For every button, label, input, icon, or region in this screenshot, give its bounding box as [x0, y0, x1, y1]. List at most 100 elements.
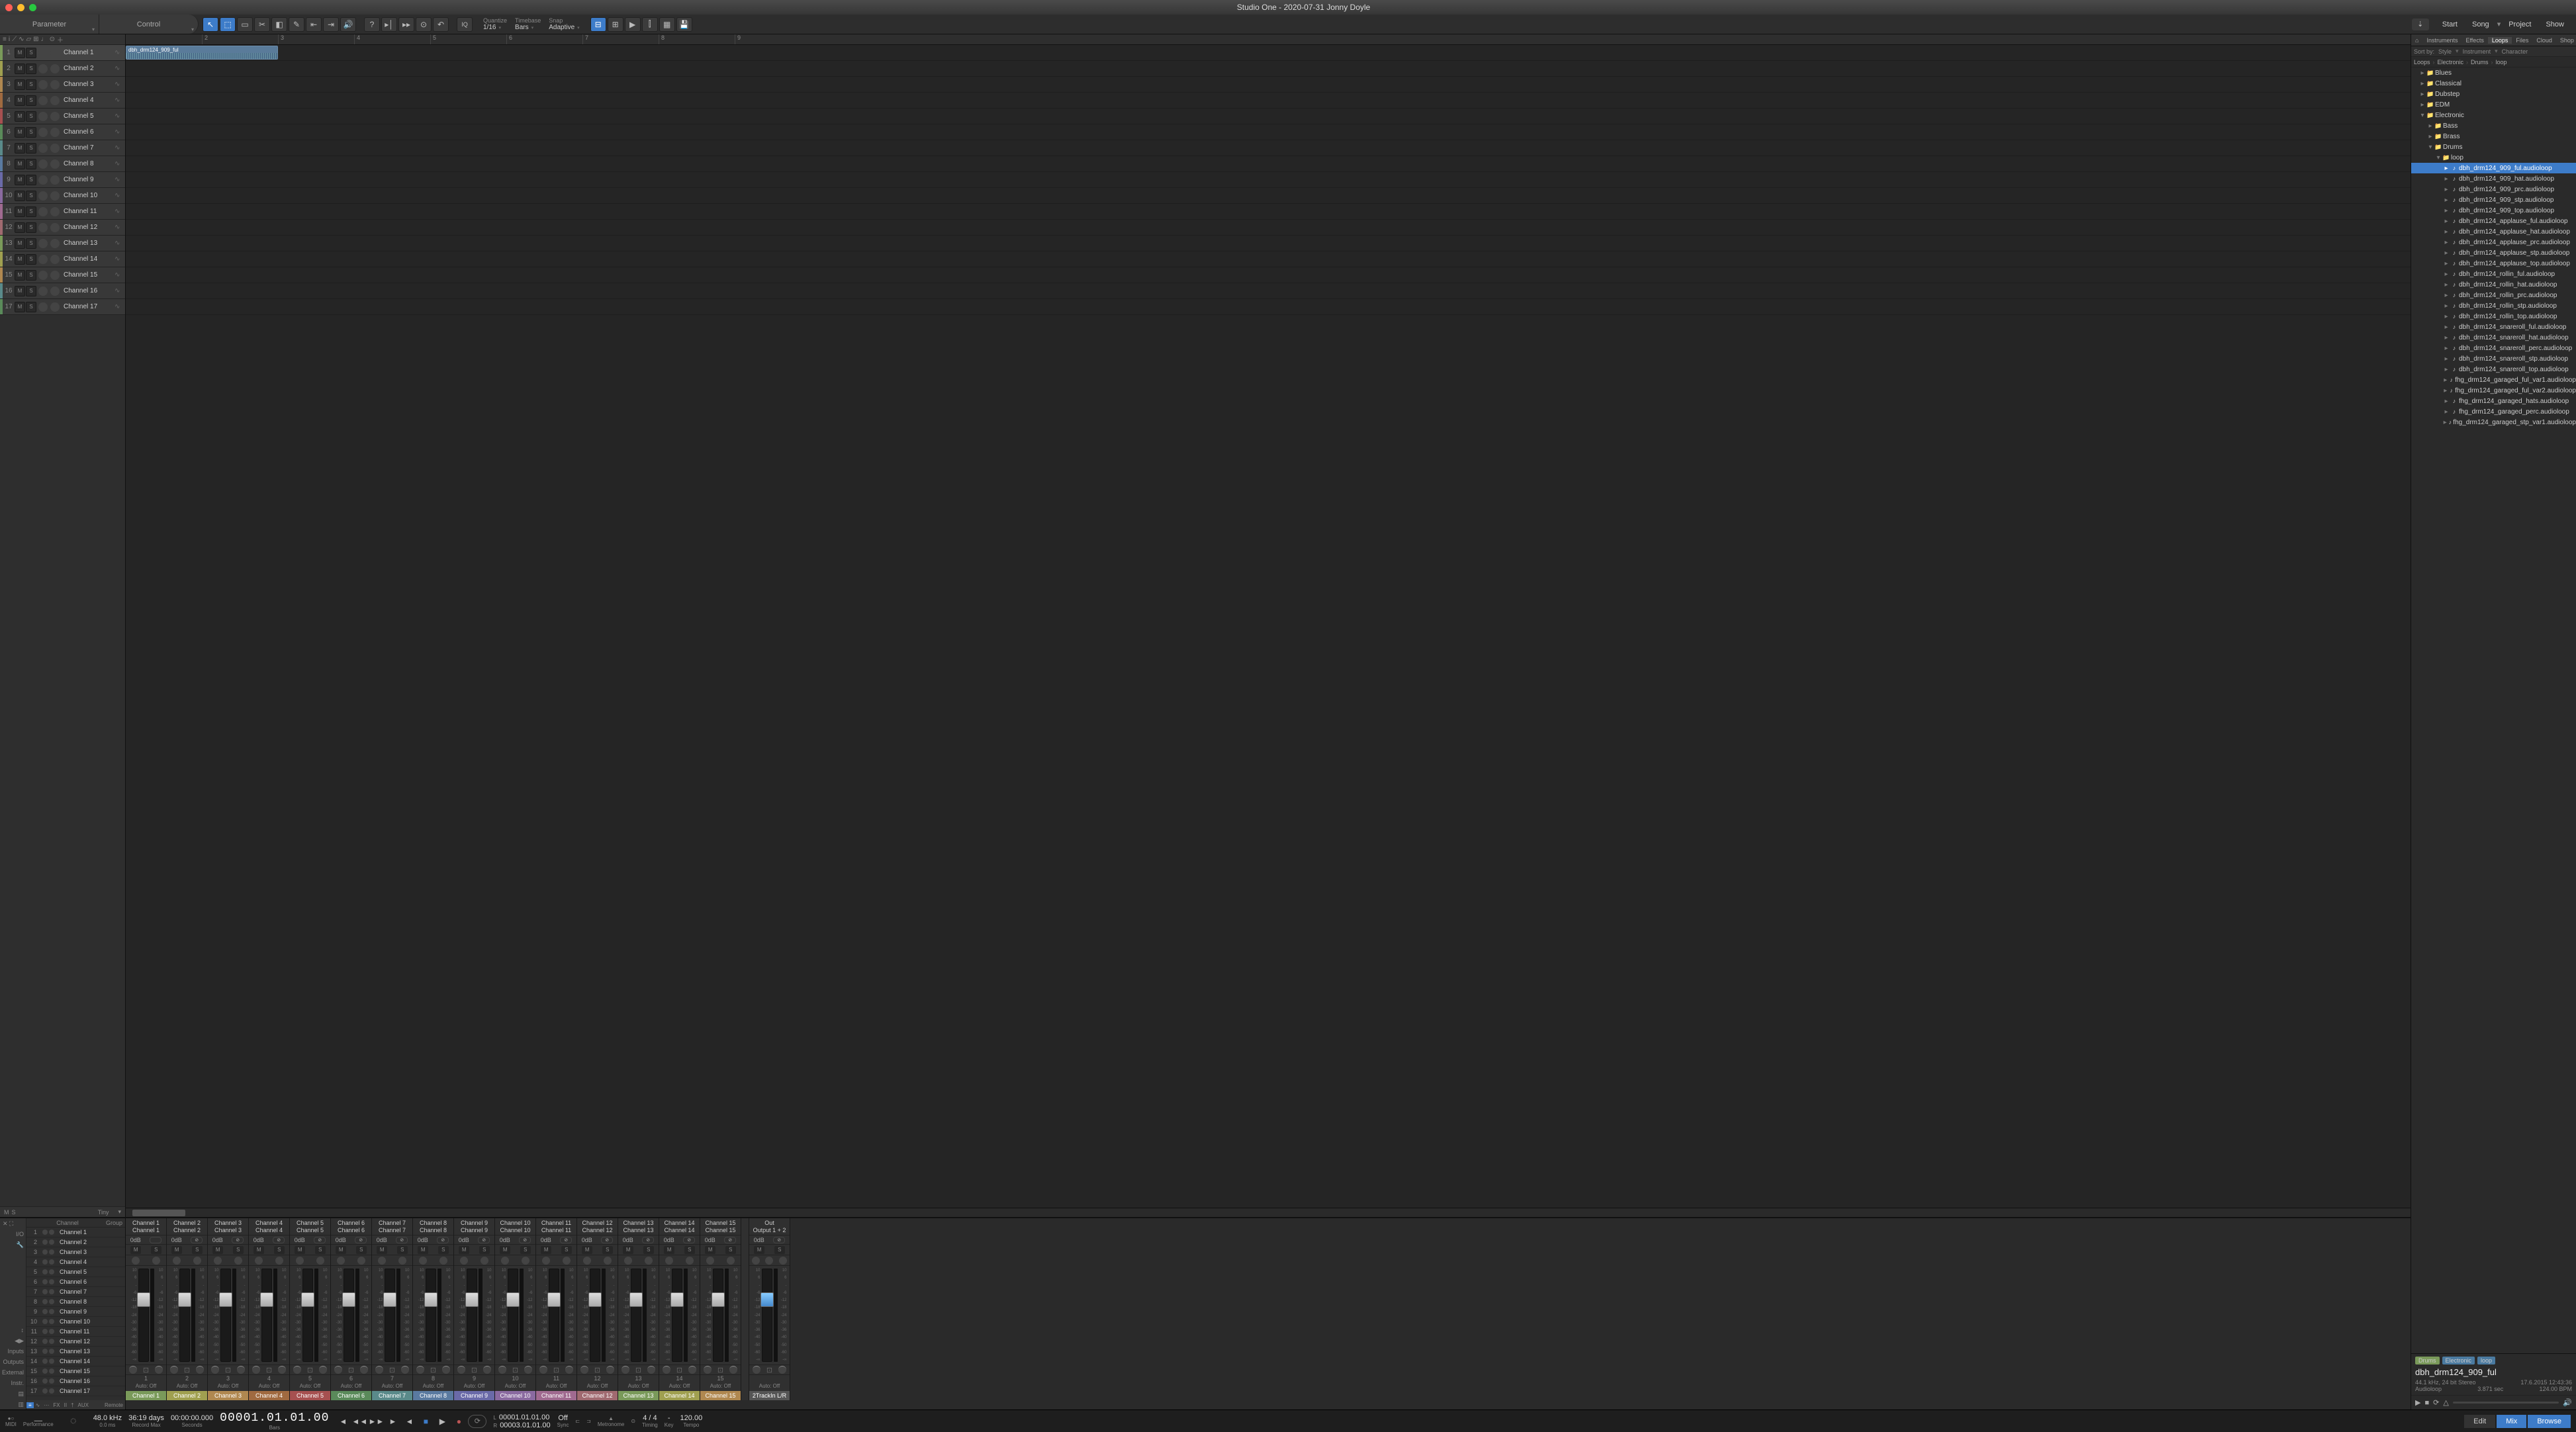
project-button[interactable]: Project [2502, 18, 2538, 31]
strip-send[interactable] [234, 1257, 242, 1265]
timeline-track[interactable]: dbh_drm124_909_ful [126, 45, 2411, 61]
strip-mute[interactable]: M [295, 1246, 305, 1254]
strip-mute[interactable]: M [582, 1246, 592, 1254]
strip-label[interactable]: Channel 8 [413, 1391, 453, 1400]
strip-label[interactable]: Channel 14 [659, 1391, 700, 1400]
strip-title[interactable]: Channel 14Channel 14 [659, 1218, 700, 1235]
autoscroll-icon[interactable]: ▸│ [381, 17, 397, 32]
strip-solo[interactable]: S [774, 1246, 785, 1254]
track-name[interactable]: Channel 7 [61, 144, 115, 152]
arrow-alt-tool[interactable]: ⬚ [220, 17, 236, 32]
mute-button[interactable]: M [15, 79, 25, 90]
monitor-button[interactable] [50, 112, 60, 121]
pan-knob[interactable] [539, 1366, 547, 1374]
strip-label[interactable]: Channel 13 [618, 1391, 659, 1400]
tab-effects[interactable]: Effects [2461, 37, 2487, 44]
strip-solo[interactable]: S [274, 1246, 285, 1254]
loop-file[interactable]: ▸♪dbh_drm124_snareroll_top.audioloop [2411, 364, 2576, 375]
preview-tempo-icon[interactable]: △ [2443, 1398, 2448, 1407]
track-name[interactable]: Channel 13 [61, 240, 115, 247]
record-arm[interactable] [38, 80, 48, 89]
strip-solo[interactable]: S [561, 1246, 572, 1254]
strip-gain[interactable]: 0dB [541, 1237, 551, 1243]
strip-solo[interactable]: S [356, 1246, 367, 1254]
preview-stop-icon[interactable]: ■ [2424, 1399, 2429, 1407]
strip-gain[interactable]: 0dB [336, 1237, 346, 1243]
tab-files[interactable]: Files [2512, 37, 2532, 44]
strip-send[interactable] [255, 1257, 263, 1265]
automation-mode[interactable]: Auto: Off [454, 1383, 494, 1391]
track-row[interactable]: 4 M S Channel 4 ∿ [0, 93, 125, 109]
breadcrumb-item[interactable]: Drums [2471, 59, 2489, 66]
monitor-button[interactable] [50, 287, 60, 296]
sort-char[interactable]: Character [2502, 48, 2528, 55]
monitor-button[interactable] [50, 80, 60, 89]
loop-file[interactable]: ▸♪dbh_drm124_rollin_ful.audioloop [2411, 269, 2576, 279]
timeline-track[interactable] [126, 61, 2411, 77]
phase-icon[interactable]: ⊘ [683, 1237, 695, 1243]
strip-send[interactable] [624, 1257, 632, 1265]
solo-button[interactable]: S [26, 143, 36, 154]
fader[interactable] [762, 1269, 772, 1362]
strip-title[interactable]: Channel 10Channel 10 [495, 1218, 535, 1235]
tracklist-icon[interactable]: ≡ [3, 36, 7, 43]
pan-knob[interactable] [442, 1366, 450, 1374]
preroll-icon[interactable]: ⊏ [575, 1418, 580, 1424]
strip-send[interactable] [686, 1257, 694, 1265]
strip-gain[interactable]: 0dB [582, 1237, 592, 1243]
loop-file[interactable]: ▸♪dbh_drm124_rollin_hat.audioloop [2411, 279, 2576, 290]
strip-title[interactable]: Channel 12Channel 12 [577, 1218, 618, 1235]
timeline-track[interactable] [126, 124, 2411, 140]
phase-icon[interactable]: ⊘ [478, 1237, 490, 1243]
tree-caret-icon[interactable]: ▸ [2443, 249, 2450, 257]
tree-caret-icon[interactable]: ▸ [2419, 91, 2426, 98]
pan-knob[interactable] [293, 1366, 301, 1374]
expand-icon[interactable]: ⊡ [348, 1366, 354, 1374]
tree-folder[interactable]: ▸📁Blues [2411, 67, 2576, 78]
track-size-dropdown[interactable]: ▾ [118, 1208, 121, 1216]
pan-knob[interactable] [704, 1366, 712, 1374]
loop-file[interactable]: ▸♪dbh_drm124_rollin_stp.audioloop [2411, 300, 2576, 311]
solo-button[interactable]: S [26, 206, 36, 217]
track-row[interactable]: 12 M S Channel 12 ∿ [0, 220, 125, 236]
info-tag[interactable]: Electronic [2442, 1357, 2475, 1365]
strip-mute[interactable]: M [459, 1246, 469, 1254]
strip-gain[interactable]: 0dB [377, 1237, 387, 1243]
track-row[interactable]: 16 M S Channel 16 ∿ [0, 283, 125, 299]
strip-title[interactable]: Channel 3Channel 3 [208, 1218, 248, 1235]
strip-label[interactable]: Channel 15 [700, 1391, 741, 1400]
mixer-h-scroll[interactable] [126, 1400, 2411, 1410]
listen-tool[interactable]: 🔊 [340, 17, 356, 32]
automation-mode[interactable]: Auto: Off [413, 1383, 453, 1391]
strip-send[interactable] [439, 1257, 447, 1265]
record-arm[interactable] [38, 287, 48, 296]
expand-icon[interactable]: ⊡ [594, 1366, 600, 1374]
mix-list-row[interactable]: 12Channel 12 [26, 1337, 125, 1347]
key-value[interactable]: - [668, 1414, 670, 1422]
strip-gain[interactable]: 0dB [664, 1237, 674, 1243]
tree-caret-icon[interactable]: ▸ [2443, 355, 2450, 363]
timeline-track[interactable] [126, 93, 2411, 109]
timeline-track[interactable] [126, 77, 2411, 93]
strip-send[interactable] [193, 1257, 201, 1265]
strip-send[interactable] [419, 1257, 427, 1265]
fader[interactable] [385, 1269, 395, 1362]
automation-mode[interactable]: Auto: Off [700, 1383, 741, 1391]
strip-mute[interactable]: M [377, 1246, 387, 1254]
record-arm[interactable] [38, 255, 48, 264]
global-solo[interactable]: S [9, 1209, 16, 1216]
record-arm[interactable] [38, 112, 48, 121]
mute-button[interactable]: M [15, 64, 25, 74]
automation-mode[interactable]: Auto: Off [126, 1383, 166, 1391]
pan-knob[interactable] [647, 1366, 655, 1374]
pan-knob[interactable] [688, 1366, 696, 1374]
tree-folder[interactable]: ▾📁loop [2411, 152, 2576, 163]
loop-file[interactable]: ▸♪dbh_drm124_909_top.audioloop [2411, 205, 2576, 216]
main-position[interactable]: 00001.01.01.00 [220, 1411, 329, 1425]
tree-caret-icon[interactable]: ▸ [2443, 302, 2450, 310]
wave-icon[interactable]: ∿ [19, 36, 24, 43]
strip-title[interactable]: Channel 1Channel 1 [126, 1218, 166, 1235]
mute-button[interactable]: M [15, 286, 25, 296]
strip-send[interactable] [132, 1257, 140, 1265]
loop-file[interactable]: ▸♪dbh_drm124_applause_stp.audioloop [2411, 247, 2576, 258]
